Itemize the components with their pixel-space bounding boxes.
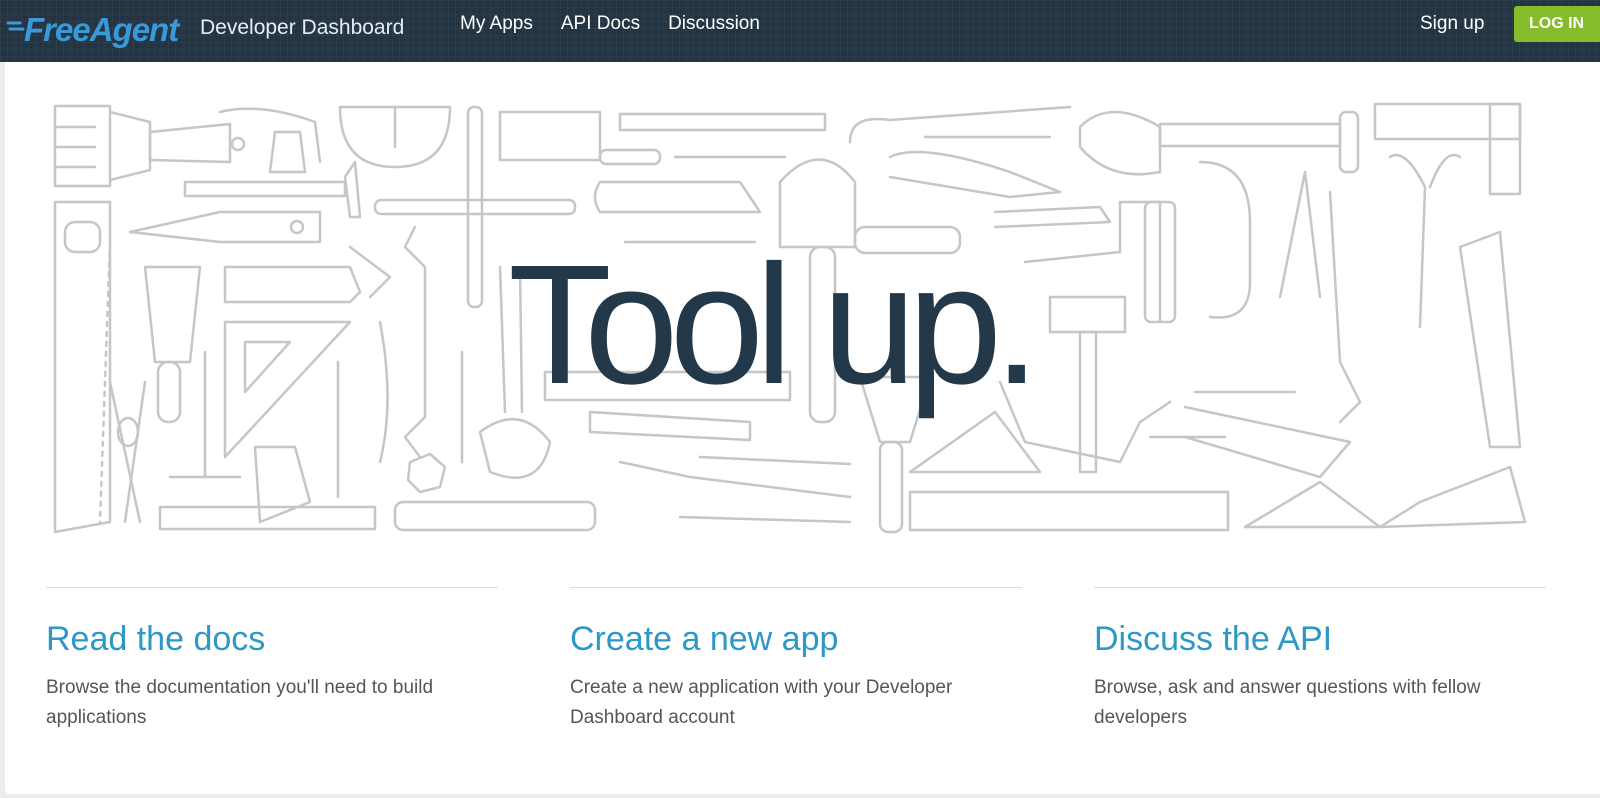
read-docs-link[interactable]: Read the docs — [46, 620, 498, 659]
screwdriver-2-icon — [378, 320, 389, 464]
protractor-icon — [338, 105, 452, 169]
hero-title: Tool up. — [508, 230, 1040, 420]
paint-roller-icon — [1023, 200, 1162, 324]
main-nav: My Apps API Docs Discussion — [460, 13, 788, 35]
small-saw-icon — [223, 245, 392, 304]
wood-plane-icon — [1378, 465, 1527, 529]
nav-api-docs[interactable]: API Docs — [561, 13, 640, 35]
try-square-icon — [1373, 102, 1522, 196]
oil-can-icon — [218, 107, 322, 174]
scissors-icon — [1388, 153, 1462, 329]
logo-wings-icon — [6, 21, 25, 31]
spade-bit-icon — [678, 515, 852, 524]
pruning-shears-icon — [1183, 405, 1352, 479]
brand[interactable]: FreeAgent — [6, 7, 179, 53]
utility-knife-icon — [593, 180, 762, 214]
create-app-link[interactable]: Create a new app — [570, 620, 1022, 659]
paint-brush-icon — [53, 104, 246, 188]
hammer-icon — [183, 160, 362, 219]
tape-measure-icon — [478, 417, 552, 479]
pipe-wrench-icon — [1458, 230, 1522, 449]
scraper-icon — [143, 265, 202, 424]
freeagent-logo[interactable]: FreeAgent — [6, 11, 179, 49]
features-row: Read the docs Browse the documentation y… — [46, 587, 1576, 733]
hammer-handle-icon — [1078, 330, 1098, 474]
triangle-icon — [908, 410, 1042, 474]
open-wrench-icon — [403, 225, 427, 459]
file-icon — [698, 455, 852, 466]
sign-up-link[interactable]: Sign up — [1420, 13, 1484, 35]
log-in-button[interactable]: LOG IN — [1514, 6, 1600, 42]
hero-banner: Tool up. — [50, 102, 1555, 542]
nav-discussion[interactable]: Discussion — [668, 13, 760, 35]
feature-read-docs: Read the docs Browse the documentation y… — [46, 587, 498, 733]
g-clamp-icon — [1198, 160, 1252, 319]
hand-saw-icon — [53, 200, 112, 534]
feature-description: Create a new application with your Devel… — [570, 677, 953, 728]
pliers-icon — [108, 380, 147, 524]
putty-knife-icon — [128, 210, 322, 244]
feature-create-app: Create a new app Create a new applicatio… — [570, 587, 1022, 733]
coping-saw-icon — [618, 460, 852, 499]
combination-square-icon — [253, 445, 312, 524]
main-card: Tool up. Read the docs Browse the docume… — [5, 62, 1600, 794]
club-hammer-icon — [1048, 295, 1127, 334]
spirit-level-icon — [908, 490, 1230, 532]
brand-subtitle[interactable]: Developer Dashboard — [200, 16, 404, 40]
needle-nose-pliers-icon — [888, 150, 1062, 199]
axe-handle-icon — [878, 440, 904, 534]
hex-nut-icon — [406, 452, 447, 494]
discuss-api-link[interactable]: Discuss the API — [1094, 620, 1546, 659]
top-navbar: FreeAgent Developer Dashboard My Apps AP… — [0, 0, 1600, 62]
feature-discuss-api: Discuss the API Browse, ask and answer q… — [1094, 587, 1546, 733]
feature-description: Browse the documentation you'll need to … — [46, 677, 434, 728]
logo-text: FreeAgent — [24, 11, 179, 48]
speed-square-icon — [223, 320, 352, 459]
chisel-2-icon — [393, 500, 597, 532]
divider-compass-icon — [1278, 170, 1322, 299]
nav-my-apps[interactable]: My Apps — [460, 13, 533, 35]
feature-description: Browse, ask and answer questions with fe… — [1094, 677, 1481, 728]
trowel-2-icon — [1243, 480, 1382, 529]
adjustable-wrench-icon — [1328, 190, 1362, 424]
hatchet-icon — [993, 205, 1112, 229]
hacksaw-icon — [498, 110, 662, 166]
